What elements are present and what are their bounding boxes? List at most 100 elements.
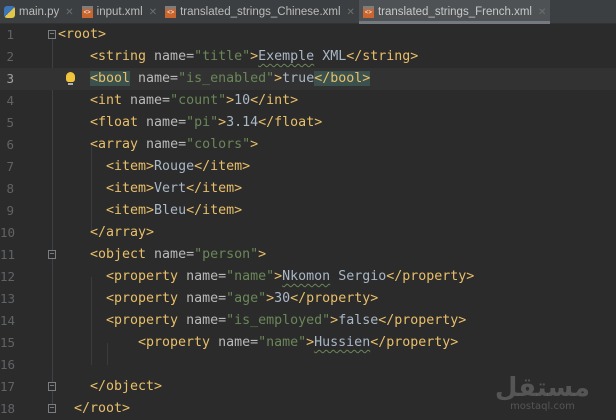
line-number: 8 [6, 181, 14, 196]
code-text: <string name="title">Exemple XML</string… [90, 46, 418, 68]
code-token: name= [218, 335, 259, 350]
code-token: <bool [90, 71, 131, 86]
code-text: </root> [74, 398, 130, 420]
code-token: > [306, 335, 315, 350]
code-token: "person" [194, 247, 259, 262]
code-line[interactable]: 14 <property name="is_employed">false</pr… [0, 310, 616, 332]
code-text: <property name="name">Nkomon Sergio</pro… [106, 266, 474, 288]
code-token: "count" [170, 93, 227, 108]
code-token: name= [146, 115, 187, 130]
code-token: </property> [378, 313, 467, 328]
code-token: <item> [106, 159, 155, 174]
code-text: <int name="count">10</int> [90, 90, 298, 112]
tab-main-py[interactable]: main.py ✕ [0, 0, 78, 24]
code-token: Hussien [314, 335, 371, 350]
close-tab-icon[interactable]: ✕ [65, 7, 73, 18]
code-token: <string [90, 49, 155, 64]
code-token: <array [90, 137, 147, 152]
code-token: name= [130, 93, 171, 108]
code-line[interactable]: 5 <float name="pi">3.14</float> [0, 112, 616, 134]
tab-label: translated_strings_Chinese.xml [180, 6, 341, 18]
code-token: </array> [90, 225, 155, 240]
code-token: 10 [234, 93, 251, 108]
line-number: 17 [0, 379, 16, 394]
code-text: <item>Bleu</item> [106, 200, 242, 222]
code-token: name= [186, 291, 227, 306]
code-line[interactable]: 13 <property name="age">30</property> [0, 288, 616, 310]
code-line[interactable]: 6 <array name="colors"> [0, 134, 616, 156]
line-number: 7 [6, 159, 14, 174]
code-text: </array> [90, 222, 154, 244]
code-token: <float [90, 115, 147, 130]
code-token: "name" [258, 335, 307, 350]
code-line[interactable]: 15 <property name="name">Hussien</propert… [0, 332, 616, 354]
code-token: Exemple [258, 49, 315, 64]
code-token: 3.14 [226, 115, 259, 130]
code-token: "age" [226, 291, 267, 306]
code-token: false [338, 313, 379, 328]
code-text: <root> [58, 24, 106, 46]
code-token: XML [314, 49, 347, 64]
tab-translated-strings-chinese-xml[interactable]: <> translated_strings_Chinese.xml ✕ [161, 0, 359, 24]
code-token: </property> [290, 291, 379, 306]
code-text: <float name="pi">3.14</float> [90, 112, 322, 134]
code-line[interactable]: 12 <property name="name">Nkomon Sergio</p… [0, 266, 616, 288]
xml-file-icon: <> [81, 6, 93, 18]
tab-translated-strings-french-xml[interactable]: <> translated_strings_French.xml ✕ [358, 0, 551, 24]
fold-marker-icon[interactable]: − [48, 250, 56, 259]
line-number: 3 [6, 71, 14, 86]
python-file-icon [4, 6, 15, 18]
line-number: 6 [6, 137, 14, 152]
code-token: </string> [346, 49, 419, 64]
code-line[interactable]: 8 <item>Vert</item> [0, 178, 616, 200]
code-line[interactable]: 2 <string name="title">Exemple XML</strin… [0, 46, 616, 68]
code-token: <property [106, 269, 187, 284]
fold-marker-icon[interactable]: − [48, 404, 56, 413]
line-number: 4 [6, 93, 14, 108]
code-token: name= [154, 49, 195, 64]
close-tab-icon[interactable]: ✕ [538, 7, 546, 18]
code-token: <property [106, 313, 187, 328]
code-line[interactable]: 10 </array> [0, 222, 616, 244]
code-token: "title" [194, 49, 251, 64]
code-token: </item> [194, 159, 251, 174]
fold-marker-icon[interactable]: − [48, 382, 56, 391]
close-tab-icon[interactable]: ✕ [347, 7, 355, 18]
code-token: "is_employed" [226, 313, 331, 328]
line-number: 1 [6, 27, 14, 42]
code-token: Bleu [154, 203, 187, 218]
line-number: 10 [0, 225, 16, 240]
code-token: > [258, 247, 267, 262]
code-token: > [250, 137, 259, 152]
tab-input-xml[interactable]: <> input.xml ✕ [78, 0, 161, 24]
code-token: <root> [58, 27, 107, 42]
code-token: "name" [226, 269, 275, 284]
code-token: </int> [250, 93, 299, 108]
code-text: <array name="colors"> [90, 134, 258, 156]
code-token: Sergio [330, 269, 387, 284]
code-editor[interactable]: 1 <root> 2 <string name="title">Exemple XML… [0, 24, 616, 420]
code-text: <property name="name">Hussien</property> [138, 332, 458, 354]
code-line[interactable]: 7 <item>Rouge</item> [0, 156, 616, 178]
code-line[interactable]: 9 <item>Bleu</item> [0, 200, 616, 222]
code-token: "pi" [186, 115, 219, 130]
tab-label: translated_strings_French.xml [377, 6, 532, 18]
code-line[interactable]: 4 <int name="count">10</int> [0, 90, 616, 112]
code-token: name= [130, 71, 179, 86]
line-number: 2 [6, 49, 14, 64]
code-token: </object> [90, 379, 163, 394]
watermark: مستقل mostaql.com [495, 375, 590, 412]
code-line[interactable]: 3 <bool name="is_enabled">true</bool> [0, 68, 616, 90]
line-number: 14 [0, 313, 16, 328]
lightbulb-intention-icon[interactable] [66, 72, 75, 85]
close-tab-icon[interactable]: ✕ [149, 7, 157, 18]
code-token: Nkomon [282, 269, 331, 284]
code-token: Rouge [154, 159, 195, 174]
fold-marker-icon[interactable]: − [48, 30, 56, 39]
code-token: true [282, 71, 315, 86]
code-line[interactable]: 11 <object name="person"> [0, 244, 616, 266]
code-text: <bool name="is_enabled">true</bool> [90, 68, 371, 90]
code-token: > [218, 115, 227, 130]
code-line[interactable]: 1 <root> [0, 24, 616, 46]
code-token: "is_enabled" [178, 71, 275, 86]
